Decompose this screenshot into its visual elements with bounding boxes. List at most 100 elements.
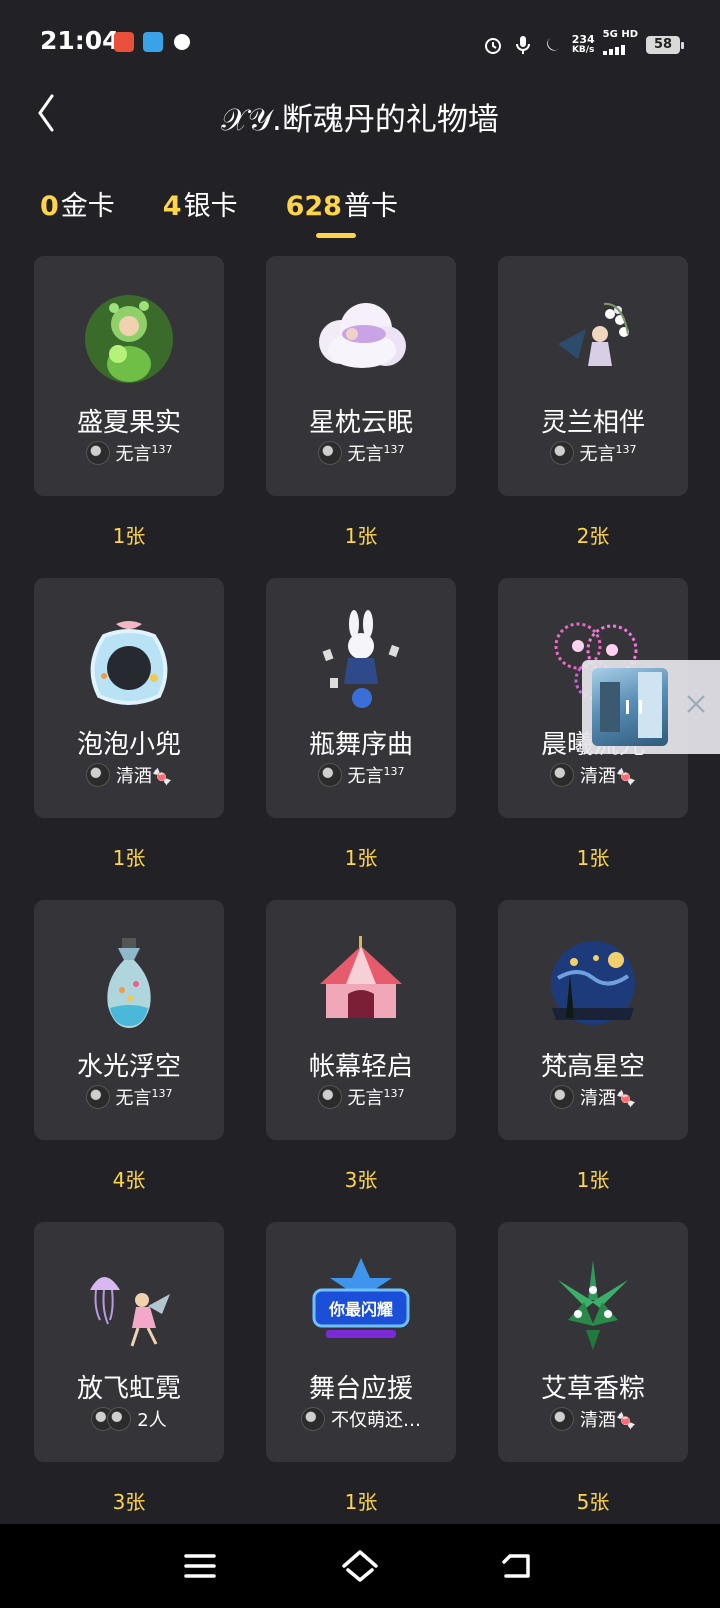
avatar bbox=[85, 441, 110, 465]
gift-card[interactable]: 放飞虹霓 2人 bbox=[34, 1222, 224, 1462]
giver-info: 无言137 bbox=[498, 440, 688, 466]
giver-name: 清酒🍬 bbox=[116, 766, 172, 787]
gift-item: 你最闪耀 舞台应援 不仅萌还… 1张 bbox=[266, 1222, 456, 1544]
gift-card[interactable]: 灵兰相伴 无言137 bbox=[498, 256, 688, 496]
signal-bars-icon bbox=[602, 45, 625, 55]
gift-item: 艾草香粽 清酒🍬 5张 bbox=[498, 1222, 688, 1544]
signal-indicator: 5G HD bbox=[602, 30, 638, 59]
giver-name: 无言137 bbox=[115, 443, 173, 465]
svg-text:你最闪耀: 你最闪耀 bbox=[328, 1300, 393, 1319]
gift-name: 盛夏果实 bbox=[76, 408, 181, 438]
status-indicators: 234 KB/s 5G HD 58 bbox=[482, 30, 684, 59]
bubble-pouch-icon bbox=[90, 621, 168, 705]
gift-item: 瓶舞序曲 无言137 1张 bbox=[266, 578, 456, 900]
back-arrow-icon bbox=[502, 1554, 530, 1578]
giver-name: 清酒🍬 bbox=[580, 1088, 636, 1109]
giver-name: 清酒🍬 bbox=[580, 1410, 636, 1431]
gift-name: 灵兰相伴 bbox=[540, 408, 645, 438]
page-header: 𝒳𝒴.断魂丹的礼物墙 bbox=[0, 88, 720, 138]
avatar bbox=[550, 1407, 575, 1431]
microphone-icon bbox=[512, 34, 534, 56]
gift-name: 帐幕轻启 bbox=[308, 1052, 413, 1082]
gift-count: 1张 bbox=[344, 524, 378, 548]
lightbulb-aquarium-icon bbox=[107, 938, 151, 1028]
forest-fairy-icon bbox=[85, 295, 173, 383]
giver-name: 无言137 bbox=[579, 443, 637, 465]
gift-count: 1张 bbox=[576, 1168, 610, 1192]
avatar bbox=[301, 1407, 325, 1431]
gift-name: 梵高星空 bbox=[540, 1052, 645, 1082]
gift-card[interactable]: 水光浮空 无言137 bbox=[34, 900, 224, 1140]
tab-silver-card[interactable]: 4 银卡 bbox=[163, 184, 238, 228]
gift-item: 梵高星空 清酒🍬 1张 bbox=[498, 900, 688, 1222]
avatar bbox=[107, 1407, 132, 1431]
giver-name: 不仅萌还… bbox=[331, 1410, 421, 1431]
back-nav-button[interactable] bbox=[498, 1546, 538, 1586]
tab-gold-card[interactable]: 0 金卡 bbox=[40, 184, 115, 228]
gift-grid: 盛夏果实 无言137 1张 星枕云眠 无言137 1张 灵兰相伴 无言137 2… bbox=[34, 256, 688, 1544]
gift-item: 盛夏果实 无言137 1张 bbox=[34, 256, 224, 578]
gift-name: 艾草香粽 bbox=[540, 1374, 645, 1404]
gift-item: 水光浮空 无言137 4张 bbox=[34, 900, 224, 1222]
shopping-app-icon bbox=[114, 32, 134, 52]
giver-name: 无言137 bbox=[347, 1087, 405, 1109]
gift-count: 1张 bbox=[344, 846, 378, 870]
orchid-fairy-icon bbox=[558, 302, 629, 366]
menu-button[interactable] bbox=[180, 1546, 220, 1586]
floating-video-widget[interactable] bbox=[582, 660, 720, 754]
gift-card[interactable]: 艾草香粽 清酒🍬 bbox=[498, 1222, 688, 1462]
starry-night-icon bbox=[551, 941, 635, 1025]
avatar bbox=[550, 763, 575, 787]
giver-name: 2人 bbox=[137, 1410, 167, 1431]
avatar bbox=[549, 441, 574, 465]
gift-card[interactable]: 瓶舞序曲 无言137 bbox=[266, 578, 456, 818]
circus-tent-icon bbox=[320, 936, 402, 1018]
gift-name: 水光浮空 bbox=[76, 1052, 181, 1082]
gift-count: 5张 bbox=[576, 1490, 610, 1514]
giver-name: 无言137 bbox=[347, 443, 405, 465]
status-time: 21:04 bbox=[40, 26, 120, 55]
gift-card[interactable]: 你最闪耀 舞台应援 不仅萌还… bbox=[266, 1222, 456, 1462]
tab-normal-card[interactable]: 628 普卡 bbox=[286, 184, 398, 238]
tab-active-indicator bbox=[315, 233, 356, 238]
gift-count: 4张 bbox=[112, 1168, 146, 1192]
gift-count: 3张 bbox=[344, 1168, 378, 1192]
giver-info: 无言137 bbox=[266, 1084, 456, 1110]
close-icon[interactable] bbox=[684, 692, 708, 716]
gift-name: 泡泡小兜 bbox=[76, 730, 181, 760]
cloud-pillow-icon bbox=[319, 303, 406, 368]
moon-icon bbox=[542, 34, 564, 56]
giver-name: 无言137 bbox=[115, 1087, 173, 1109]
home-button[interactable] bbox=[338, 1546, 378, 1586]
gift-count: 1张 bbox=[576, 846, 610, 870]
system-navigation-bar bbox=[0, 1524, 720, 1608]
gift-card[interactable]: 盛夏果实 无言137 bbox=[34, 256, 224, 496]
avatar bbox=[317, 763, 342, 787]
gift-name: 瓶舞序曲 bbox=[308, 730, 413, 760]
gift-card[interactable]: 帐幕轻启 无言137 bbox=[266, 900, 456, 1140]
giver-info: 不仅萌还… bbox=[266, 1406, 456, 1432]
menu-icon bbox=[184, 1554, 216, 1578]
gift-item: 帐幕轻启 无言137 3张 bbox=[266, 900, 456, 1222]
giver-name: 无言137 bbox=[347, 765, 405, 787]
gift-name: 星枕云眠 bbox=[308, 408, 413, 438]
giver-info: 清酒🍬 bbox=[498, 1406, 688, 1432]
gift-card[interactable]: 梵高星空 清酒🍬 bbox=[498, 900, 688, 1140]
home-icon bbox=[342, 1550, 378, 1582]
avatar bbox=[86, 763, 111, 787]
giver-info: 无言137 bbox=[34, 1084, 224, 1110]
giver-name: 清酒🍬 bbox=[580, 766, 636, 787]
notification-app-icon bbox=[174, 34, 190, 50]
floating-video-thumbnail[interactable] bbox=[592, 668, 668, 746]
giver-info: 2人 bbox=[34, 1406, 224, 1432]
card-tabs: 0 金卡 4 银卡 628 普卡 bbox=[40, 184, 398, 244]
pause-icon bbox=[626, 700, 642, 714]
stage-sign-icon: 你最闪耀 bbox=[312, 1258, 410, 1338]
gift-card[interactable]: 星枕云眠 无言137 bbox=[266, 256, 456, 496]
giver-info: 清酒🍬 bbox=[498, 1084, 688, 1110]
gift-card[interactable]: 泡泡小兜 清酒🍬 bbox=[34, 578, 224, 818]
rabbit-magician-icon bbox=[322, 610, 400, 708]
giver-info: 无言137 bbox=[266, 440, 456, 466]
gift-item: 泡泡小兜 清酒🍬 1张 bbox=[34, 578, 224, 900]
giver-info: 清酒🍬 bbox=[498, 762, 688, 788]
